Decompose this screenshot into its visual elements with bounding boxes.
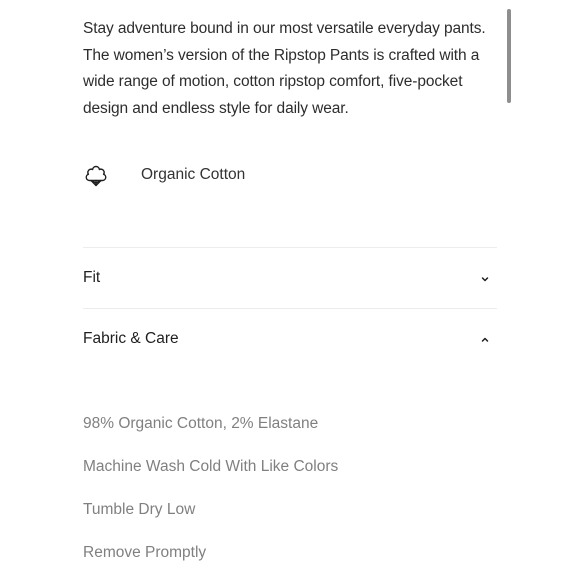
- divider: [83, 308, 497, 309]
- divider: [83, 247, 497, 248]
- accordion-fit-title: Fit: [83, 269, 101, 286]
- accordion-fit[interactable]: Fit: [83, 263, 497, 293]
- fabric-care-list: 98% Organic Cotton, 2% Elastane Machine …: [83, 410, 338, 582]
- cotton-boll-icon: [81, 161, 111, 191]
- care-item-composition: 98% Organic Cotton, 2% Elastane: [83, 415, 319, 432]
- product-description: Stay adventure bound in our most versati…: [83, 20, 486, 117]
- chevron-down-icon[interactable]: [479, 272, 491, 284]
- care-item-wash: Machine Wash Cold With Like Colors: [83, 458, 339, 475]
- scrollbar[interactable]: [507, 9, 511, 103]
- material-label: Organic Cotton: [141, 166, 246, 183]
- chevron-up-icon[interactable]: [479, 333, 491, 345]
- care-item-remove: Remove Promptly: [83, 544, 207, 561]
- material-feature: Organic Cotton: [81, 160, 245, 192]
- accordion-fabric-care-title: Fabric & Care: [83, 330, 179, 347]
- accordion-fabric-care[interactable]: Fabric & Care: [83, 324, 497, 354]
- care-item-dry: Tumble Dry Low: [83, 501, 196, 518]
